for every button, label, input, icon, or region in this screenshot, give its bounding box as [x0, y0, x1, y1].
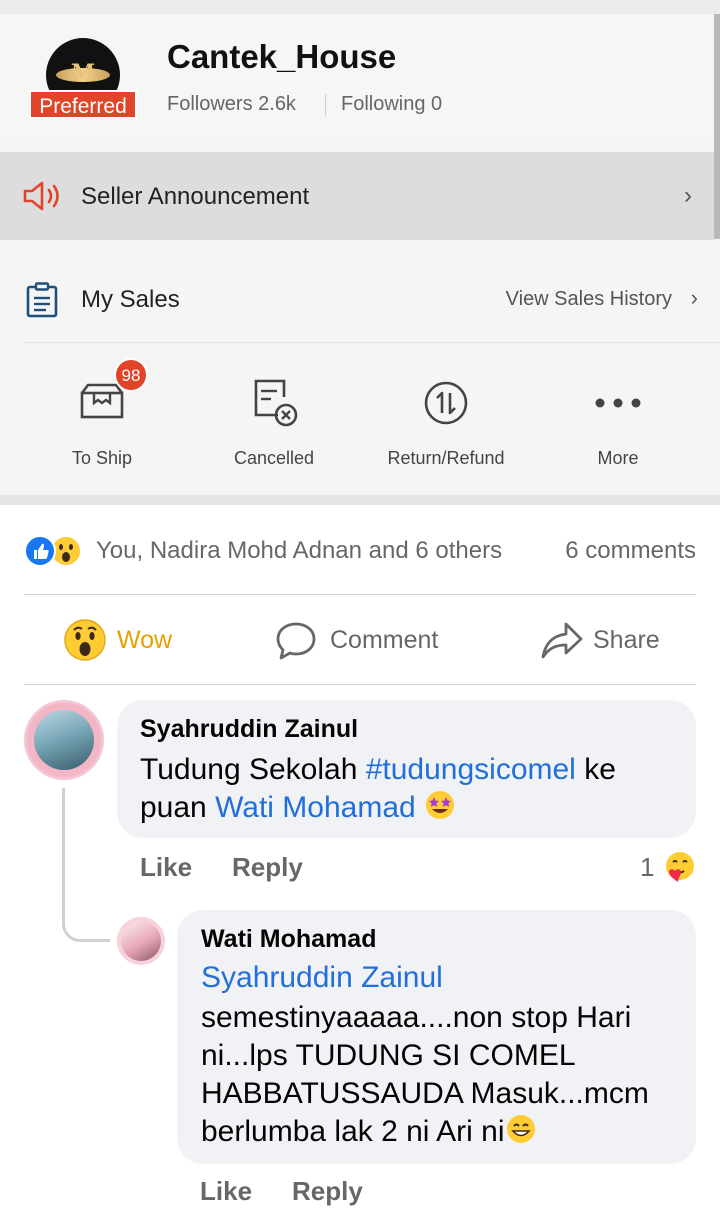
comment-text-part: semestinyaaaaa....non stop Hari ni...lps… [201, 1001, 649, 1148]
view-sales-history-link[interactable]: View Sales History [506, 288, 672, 311]
like-link[interactable]: Like [140, 852, 192, 883]
share-button[interactable]: Share [540, 618, 700, 664]
scrollbar[interactable] [714, 14, 720, 239]
reactors-text[interactable]: You, Nadira Mohd Adnan and 6 others [96, 537, 502, 565]
divider [24, 342, 720, 343]
comment-button[interactable]: Comment [275, 618, 475, 664]
shop-name[interactable]: Cantek_House [167, 38, 396, 76]
chevron-right-icon[interactable]: › [691, 285, 698, 311]
avatar[interactable] [24, 700, 104, 780]
star-struck-emoji-icon [424, 789, 456, 831]
cancelled-button[interactable]: Cancelled [189, 365, 359, 475]
return-refund-icon [416, 379, 476, 429]
shop-header: M Preferred Cantek_House Followers 2.6k … [0, 14, 714, 138]
like-reaction-icon [24, 535, 56, 567]
more-label: More [597, 448, 639, 468]
comment-text-part: Tudung Sekolah [140, 753, 366, 786]
comment-text: Tudung Sekolah #tudungsicomel ke puan Wa… [140, 751, 680, 831]
avatar[interactable] [117, 917, 165, 965]
share-icon [540, 620, 584, 667]
divider [24, 594, 696, 595]
return-refund-button[interactable]: Return/Refund [361, 365, 531, 475]
reactions-summary[interactable]: You, Nadira Mohd Adnan and 6 others 6 co… [24, 533, 696, 569]
comments-count[interactable]: 6 comments [565, 537, 696, 565]
avatar-photo [121, 921, 161, 961]
preferred-badge: Preferred [29, 90, 137, 119]
more-button[interactable]: More [533, 365, 703, 475]
following-count[interactable]: Following 0 [341, 93, 442, 116]
return-refund-label: Return/Refund [387, 448, 505, 468]
mention-link[interactable]: Wati Mohamad [215, 791, 416, 824]
like-link[interactable]: Like [200, 1176, 252, 1207]
divider [325, 94, 326, 116]
comment-author[interactable]: Wati Mohamad [201, 925, 376, 954]
cancelled-label: Cancelled [233, 448, 315, 468]
megaphone-icon [22, 180, 66, 217]
mention-link[interactable]: Syahruddin Zainul [201, 961, 443, 995]
chevron-right-icon: › [684, 182, 692, 209]
comment-reaction-count[interactable]: 1 [640, 852, 654, 883]
my-sales-panel: My Sales View Sales History › To Ship Ca… [0, 255, 720, 495]
reply-link[interactable]: Reply [232, 852, 303, 883]
more-dots-icon [588, 379, 648, 429]
logo-letter: M [70, 60, 96, 86]
wow-label: Wow [117, 626, 173, 654]
my-sales-title: My Sales [81, 286, 180, 313]
care-reaction-icon [663, 850, 697, 884]
grinning-emoji-icon [505, 1113, 537, 1155]
clipboard-icon [26, 282, 58, 323]
avatar-photo [34, 710, 94, 770]
shop-card: M Preferred Cantek_House Followers 2.6k … [0, 0, 720, 505]
comment-icon [275, 620, 317, 667]
followers-count[interactable]: Followers 2.6k [167, 93, 296, 116]
wow-icon [63, 618, 107, 667]
cancelled-doc-icon [244, 379, 304, 429]
top-divider [0, 0, 720, 14]
reply-link[interactable]: Reply [292, 1176, 363, 1207]
seller-announcement-row[interactable]: Seller Announcement › [0, 152, 714, 240]
section-divider [0, 495, 720, 505]
wow-button[interactable]: Wow [63, 618, 233, 664]
reply-bubble[interactable]: Wati Mohamad Syahruddin Zainul semestiny… [177, 910, 696, 1164]
announcement-label: Seller Announcement [81, 183, 310, 210]
comment-label: Comment [330, 626, 439, 654]
hashtag-link[interactable]: #tudungsicomel [366, 753, 576, 786]
comment-text: semestinyaaaaa....non stop Hari ni...lps… [201, 999, 691, 1155]
reply-thread-line [62, 788, 110, 942]
share-label: Share [593, 626, 660, 654]
comment-bubble[interactable]: Syahruddin Zainul Tudung Sekolah #tudung… [117, 700, 696, 838]
comment-author[interactable]: Syahruddin Zainul [140, 715, 358, 744]
to-ship-count-badge: 98 [114, 358, 148, 392]
to-ship-button[interactable]: To Ship [17, 365, 187, 475]
to-ship-label: To Ship [71, 448, 133, 468]
divider [24, 684, 696, 685]
